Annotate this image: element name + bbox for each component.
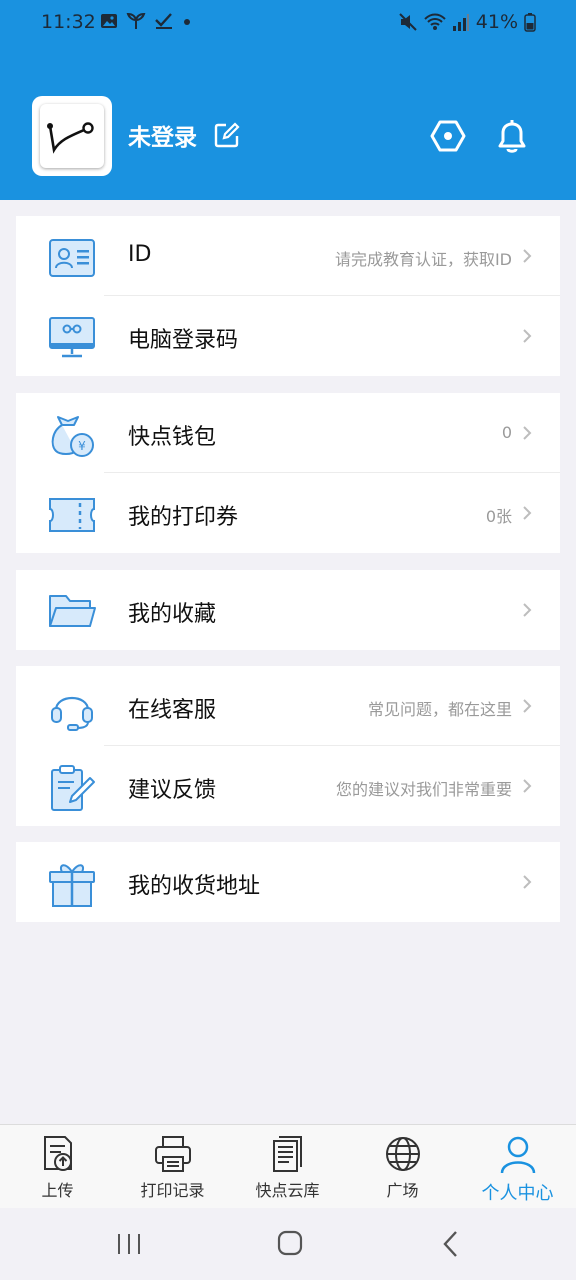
tab-label: 广场 [386, 1181, 419, 1200]
wallet-card: ¥ 快点钱包 0 我的打印券 0张 [16, 393, 560, 553]
menu-label: 在线客服 [128, 698, 217, 723]
avatar[interactable] [32, 96, 112, 176]
headset-icon [51, 696, 93, 731]
chevron-right-icon [523, 426, 532, 440]
svg-text:¥: ¥ [78, 439, 86, 453]
tab-records[interactable]: 打印记录 [115, 1125, 230, 1209]
status-bar: 11:32 41% [0, 0, 576, 48]
settings-hex-icon[interactable] [428, 116, 468, 156]
gift-icon [49, 864, 95, 907]
chevron-right-icon [523, 603, 532, 617]
chevron-right-icon [523, 779, 532, 793]
menu-item-feedback[interactable]: 建议反馈 您的建议对我们非常重要 [16, 746, 560, 826]
app-logo [40, 104, 104, 168]
menu-item-address[interactable]: 我的收货地址 [16, 842, 560, 922]
chevron-right-icon [523, 329, 532, 343]
address-card: 我的收货地址 [16, 842, 560, 922]
printer-icon [155, 1136, 191, 1172]
menu-item-pc-login[interactable]: 电脑登录码 [16, 296, 560, 376]
chevron-right-icon [523, 506, 532, 520]
username[interactable]: 未登录 [128, 118, 197, 152]
menu-value: 常见问题，都在这里 [367, 700, 512, 719]
wallet-balance: 0 [501, 423, 512, 442]
menu-item-wallet[interactable]: ¥ 快点钱包 0 [16, 393, 560, 473]
back-icon[interactable] [442, 1230, 460, 1258]
chevron-right-icon [523, 875, 532, 889]
tab-library[interactable]: 快点云库 [230, 1125, 345, 1209]
bell-icon[interactable] [492, 116, 532, 156]
favorites-card: 我的收藏 [16, 570, 560, 650]
recents-icon[interactable] [116, 1232, 142, 1256]
support-card: 在线客服 常见问题，都在这里 建议反馈 您的建议对我们非常重要 [16, 666, 560, 826]
menu-label: 电脑登录码 [128, 328, 239, 353]
menu-item-service[interactable]: 在线客服 常见问题，都在这里 [16, 666, 560, 746]
tab-label: 上传 [41, 1181, 74, 1200]
status-time: 11:32 [41, 11, 96, 33]
tab-label: 个人中心 [481, 1183, 554, 1204]
id-card-icon [49, 239, 95, 277]
tab-me[interactable]: 个人中心 [460, 1125, 575, 1209]
home-icon[interactable] [277, 1230, 303, 1256]
menu-label: 快点钱包 [128, 425, 217, 450]
profile-header: 11:32 41% 未登录 [0, 0, 576, 200]
dot-icon [184, 19, 190, 25]
coupon-count: 0张 [485, 507, 512, 526]
documents-icon [273, 1136, 302, 1172]
check-icon [155, 13, 172, 29]
tab-square[interactable]: 广场 [345, 1125, 460, 1209]
leaf-icon [126, 12, 146, 29]
chevron-right-icon [523, 249, 532, 263]
menu-value: 请完成教育认证，获取ID [334, 250, 512, 269]
edit-icon[interactable] [214, 122, 240, 148]
ticket-icon [49, 498, 95, 532]
menu-label: 我的收藏 [128, 602, 217, 627]
battery-percent: 41% [475, 11, 518, 33]
menu-value: 您的建议对我们非常重要 [335, 780, 512, 799]
clipboard-pen-icon [51, 765, 95, 811]
menu-item-favorites[interactable]: 我的收藏 [16, 570, 560, 650]
folder-icon [49, 595, 96, 627]
tab-upload[interactable]: 上传 [0, 1125, 115, 1209]
menu-label: 我的打印券 [128, 505, 239, 530]
money-bag-icon: ¥ [51, 416, 94, 457]
globe-icon [386, 1137, 420, 1171]
menu-label: 建议反馈 [128, 778, 217, 803]
menu-item-coupons[interactable]: 我的打印券 0张 [16, 473, 560, 553]
tab-label: 快点云库 [255, 1181, 320, 1200]
logo-curve-icon [47, 122, 94, 154]
mute-icon [399, 13, 417, 31]
monitor-icon [49, 317, 95, 358]
menu-label: ID [128, 242, 152, 267]
wifi-icon [424, 13, 446, 30]
account-card: ID 请完成教育认证，获取ID 电脑登录码 [16, 216, 560, 376]
signal-icon [452, 14, 469, 31]
person-icon [500, 1136, 536, 1174]
battery-icon [524, 13, 536, 32]
chevron-right-icon [523, 699, 532, 713]
menu-item-id[interactable]: ID 请完成教育认证，获取ID [16, 216, 560, 296]
bottom-tab-bar: 上传 打印记录 快点云库 广场 个人中心 [0, 1124, 576, 1209]
tab-label: 打印记录 [140, 1181, 205, 1200]
upload-doc-icon [44, 1136, 72, 1171]
system-nav-bar [0, 1208, 576, 1280]
image-icon [101, 14, 117, 28]
menu-label: 我的收货地址 [128, 874, 261, 899]
notification-icons [100, 12, 192, 30]
system-status: 41% [398, 11, 536, 33]
